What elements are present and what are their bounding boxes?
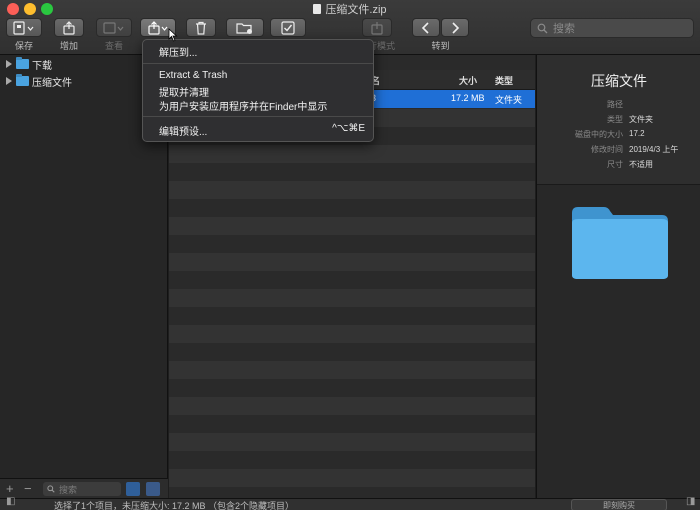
new-folder-icon [236, 22, 252, 34]
checkbox-icon [281, 20, 295, 35]
sidebar-item-label: 压缩文件 [32, 77, 72, 89]
info-value: 文件夹 [629, 115, 653, 124]
info-value: 2019/4/3 上午 [629, 145, 679, 154]
menu-separator [143, 63, 373, 64]
row-size: 17.2 MB [451, 93, 485, 103]
mouse-cursor-icon [168, 28, 178, 42]
folder-icon [16, 74, 29, 86]
menu-separator [143, 116, 373, 117]
archive-box-icon [13, 20, 34, 35]
column-size-header[interactable]: 大小 [459, 74, 477, 87]
info-row-path: 路径 [537, 99, 700, 110]
sidebar-item-archive[interactable]: 压缩文件 [6, 74, 72, 89]
info-key: 磁盘中的大小 [575, 130, 623, 139]
status-text: 选择了1个项目，未压缩大小: 17.2 MB （包含2个隐藏项目） [54, 501, 295, 510]
search-field[interactable]: 搜索 [530, 18, 694, 38]
forward-button[interactable] [441, 18, 469, 37]
extract-box-icon [148, 20, 168, 35]
package-icon [371, 21, 383, 35]
save-button[interactable] [6, 18, 42, 37]
add-button[interactable] [54, 18, 84, 37]
chevron-left-icon [421, 21, 429, 34]
inspector-panel: 压缩文件 路径 类型 文件夹 磁盘中的大小 17.2 修改时间 2019/4/3… [536, 55, 700, 498]
inspector-toggle-icon[interactable]: ◨ [686, 496, 695, 507]
menu-item-extract-clean[interactable]: 提取并清理 [159, 84, 209, 99]
search-placeholder: 搜索 [553, 23, 575, 35]
back-button[interactable] [412, 18, 440, 37]
delete-button[interactable] [186, 18, 216, 37]
search-icon [47, 485, 55, 493]
sidebar-search-input[interactable]: 搜索 [43, 482, 121, 496]
info-key: 类型 [607, 115, 623, 124]
info-key: 修改时间 [591, 145, 623, 154]
inspector-info: 压缩文件 路径 类型 文件夹 磁盘中的大小 17.2 修改时间 2019/4/3… [537, 55, 700, 185]
status-bar: ◧ 选择了1个项目，未压缩大小: 17.2 MB （包含2个隐藏项目） 即刻购买… [0, 496, 700, 510]
sidebar-toggle-icon[interactable]: ◧ [6, 496, 15, 507]
view-button[interactable] [96, 18, 132, 37]
search-icon [537, 23, 548, 33]
menu-shortcut: ^⌥⌘E [332, 123, 365, 134]
row-mode-button[interactable] [362, 18, 392, 37]
info-row-type: 类型 文件夹 [537, 114, 700, 125]
row-type: 文件夹 [495, 95, 523, 105]
goto-label: 转到 [431, 41, 450, 51]
verify-button[interactable] [270, 18, 306, 37]
menu-item-install-app[interactable]: 为用户安装应用程序并在Finder中显示 [159, 98, 327, 113]
disclosure-triangle-icon[interactable] [6, 77, 12, 85]
archive-file-icon [313, 4, 322, 14]
info-row-dimensions: 尺寸 不适用 [537, 159, 700, 170]
menu-item-extract-to[interactable]: 解压到... [159, 44, 197, 59]
folder-preview-icon [572, 207, 668, 279]
disclosure-triangle-icon[interactable] [6, 60, 12, 68]
menu-item-edit-presets[interactable]: 编辑预设... [159, 123, 207, 138]
upload-box-icon [63, 20, 75, 35]
info-key: 路径 [607, 100, 623, 109]
info-value: 不适用 [629, 160, 653, 169]
preview-icon[interactable] [146, 482, 160, 496]
buy-now-button[interactable]: 即刻购买 [571, 499, 667, 510]
extract-menu: 解压到... Extract & Trash 提取并清理 为用户安装应用程序并在… [142, 39, 374, 142]
add-location-button[interactable]: + [6, 481, 14, 496]
chevron-right-icon [452, 21, 460, 34]
save-label: 保存 [14, 41, 33, 51]
window-title: 压缩文件.zip [0, 1, 700, 17]
menu-item-extract-trash[interactable]: Extract & Trash [159, 70, 227, 81]
sidebar-item-label: 下载 [32, 60, 52, 72]
hierarchy-icon[interactable] [126, 482, 140, 496]
remove-location-button[interactable]: − [24, 481, 32, 496]
inspector-title: 压缩文件 [591, 73, 647, 89]
info-value: 17.2 [629, 129, 645, 138]
sidebar-item-downloads[interactable]: 下载 [6, 57, 52, 72]
info-row-modified: 修改时间 2019/4/3 上午 [537, 144, 700, 155]
view-label: 查看 [104, 41, 123, 51]
sidebar-footer: + − 搜索 [0, 478, 168, 498]
column-type-header[interactable]: 类型 [495, 74, 513, 87]
folder-icon [16, 57, 29, 69]
new-folder-button[interactable] [226, 18, 264, 37]
row-mode-label: 行模式 [368, 41, 396, 51]
add-label: 增加 [59, 41, 78, 51]
info-key: 尺寸 [607, 160, 623, 169]
trash-icon [196, 21, 206, 35]
view-options-icon [103, 21, 124, 34]
sidebar-search-placeholder: 搜索 [59, 484, 78, 495]
info-row-size: 磁盘中的大小 17.2 [537, 129, 700, 140]
